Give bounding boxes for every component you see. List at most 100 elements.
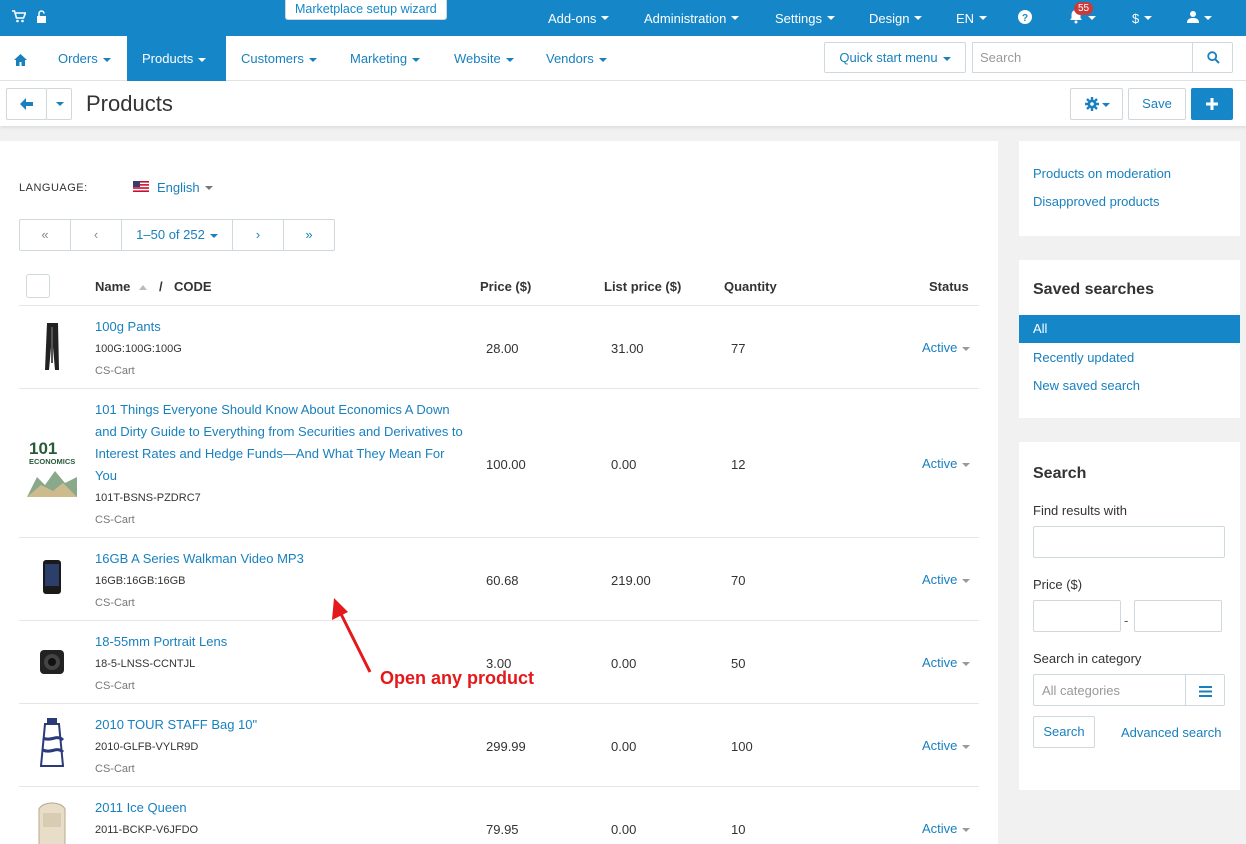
design-menu[interactable]: Design — [869, 0, 923, 36]
save-button[interactable]: Save — [1128, 88, 1186, 120]
chevron-down-icon — [979, 16, 988, 20]
status-dropdown[interactable]: Active — [922, 655, 971, 670]
product-thumbnail[interactable] — [27, 637, 77, 687]
select-all-checkbox[interactable] — [26, 274, 50, 298]
help-button[interactable]: ? — [1018, 0, 1032, 36]
product-code: 2011-BCKP-V6JFDO — [95, 824, 199, 836]
nav-customers[interactable]: Customers — [226, 36, 332, 81]
header-separator: / — [159, 279, 163, 294]
find-results-label: Find results with — [1033, 503, 1127, 518]
settings-menu[interactable]: Settings — [775, 0, 835, 36]
nav-products[interactable]: Products — [127, 36, 226, 81]
back-button[interactable] — [6, 88, 47, 120]
user-menu[interactable] — [1187, 0, 1212, 36]
price-from-input[interactable] — [1033, 600, 1121, 632]
search-submit-button[interactable]: Search — [1033, 716, 1095, 748]
settings-gear-button[interactable] — [1070, 88, 1123, 120]
first-page-button[interactable]: « — [20, 220, 71, 250]
table-row[interactable]: 2010 TOUR STAFF Bag 10" 2010-GLFB-VYLR9D… — [19, 703, 979, 786]
product-thumbnail[interactable] — [27, 322, 77, 372]
saved-search-all[interactable]: All — [1019, 315, 1240, 343]
nav-orders[interactable]: Orders — [43, 36, 126, 81]
nav-website[interactable]: Website — [439, 36, 529, 81]
book-word-text: ECONOMICS — [29, 457, 75, 466]
settings-menu-label: Settings — [775, 10, 822, 26]
nav-products-label: Products — [142, 51, 194, 66]
table-row[interactable]: 16GB A Series Walkman Video MP3 16GB:16G… — [19, 537, 979, 620]
products-on-moderation-link[interactable]: Products on moderation — [1033, 166, 1171, 181]
table-row[interactable]: 18-55mm Portrait Lens 18-5-LNSS-CCNTJL C… — [19, 620, 979, 703]
quick-start-label: Quick start menu — [839, 50, 938, 65]
chevron-down-icon — [198, 57, 207, 62]
category-picker-button[interactable] — [1185, 674, 1225, 706]
find-results-input[interactable] — [1033, 526, 1225, 558]
list-icon — [1199, 685, 1212, 700]
product-name-link[interactable]: 18-55mm Portrait Lens — [95, 631, 467, 653]
code-column-header[interactable]: CODE — [174, 279, 212, 294]
table-row[interactable]: 2011 Ice Queen 2011-BCKP-V6JFDO 79.95 0.… — [19, 786, 979, 844]
product-name-link[interactable]: 2011 Ice Queen — [95, 797, 467, 819]
list-price-column-header[interactable]: List price ($) — [604, 279, 681, 294]
gear-icon — [1085, 97, 1099, 114]
global-search-input[interactable] — [972, 42, 1193, 73]
chevron-down-icon — [209, 233, 218, 238]
name-column-header[interactable]: Name — [95, 279, 148, 294]
product-list-price: 0.00 — [611, 457, 637, 472]
product-name-link[interactable]: 16GB A Series Walkman Video MP3 — [95, 548, 467, 570]
new-saved-search-link[interactable]: New saved search — [1033, 378, 1140, 393]
global-search-button[interactable] — [1192, 42, 1233, 73]
saved-search-recently-updated[interactable]: Recently updated — [1033, 350, 1134, 365]
product-code: 18-5-LNSS-CCNTJL — [95, 658, 196, 670]
addons-menu-label: Add-ons — [548, 10, 597, 26]
table-row[interactable]: 101 ECONOMICS 101 Things Everyone Should … — [19, 388, 979, 537]
home-button[interactable] — [0, 36, 41, 81]
table-row[interactable]: 100g Pants 100G:100G:100G CS-Cart 28.00 … — [19, 305, 979, 388]
product-name-link[interactable]: 101 Things Everyone Should Know About Ec… — [95, 399, 467, 487]
status-dropdown[interactable]: Active — [922, 572, 971, 587]
unlock-icon[interactable] — [36, 10, 47, 26]
price-column-header[interactable]: Price ($) — [480, 279, 531, 294]
last-page-button[interactable]: » — [284, 220, 334, 250]
language-selector-label: English — [157, 180, 200, 195]
administration-menu[interactable]: Administration — [644, 0, 740, 36]
product-name-link[interactable]: 100g Pants — [95, 316, 467, 338]
sort-up-icon — [139, 285, 148, 291]
product-code: 16GB:16GB:16GB — [95, 575, 186, 587]
status-column-header[interactable]: Status — [929, 279, 969, 294]
language-menu[interactable]: EN — [956, 0, 988, 36]
status-dropdown[interactable]: Active — [922, 821, 971, 836]
status-label: Active — [922, 456, 958, 471]
history-dropdown-button[interactable] — [46, 88, 72, 120]
price-to-input[interactable] — [1134, 600, 1222, 632]
add-product-button[interactable] — [1191, 88, 1233, 120]
advanced-search-link[interactable]: Advanced search — [1121, 725, 1221, 740]
product-thumbnail[interactable] — [27, 556, 77, 606]
nav-vendors[interactable]: Vendors — [531, 36, 622, 81]
product-name-link[interactable]: 2010 TOUR STAFF Bag 10" — [95, 714, 467, 736]
status-dropdown[interactable]: Active — [922, 340, 971, 355]
prev-page-button[interactable]: ‹ — [71, 220, 122, 250]
status-dropdown[interactable]: Active — [922, 456, 971, 471]
page-range-dropdown[interactable]: 1–50 of 252 — [122, 220, 233, 250]
product-thumbnail[interactable] — [27, 799, 77, 844]
status-dropdown[interactable]: Active — [922, 738, 971, 753]
question-circle-icon: ? — [1018, 9, 1032, 27]
language-selector[interactable]: English — [133, 180, 213, 195]
product-thumbnail[interactable]: 101 ECONOMICS — [27, 437, 77, 497]
design-menu-label: Design — [869, 10, 910, 26]
next-page-button[interactable]: › — [233, 220, 284, 250]
addons-menu[interactable]: Add-ons — [548, 0, 610, 36]
chevron-down-icon — [914, 16, 923, 20]
currency-menu[interactable]: $ — [1132, 0, 1153, 36]
product-price: 299.99 — [486, 739, 526, 754]
product-thumbnail[interactable] — [27, 718, 77, 768]
nav-marketing[interactable]: Marketing — [335, 36, 435, 81]
product-quantity: 50 — [731, 656, 746, 671]
category-picker-input[interactable] — [1033, 674, 1187, 706]
disapproved-products-link[interactable]: Disapproved products — [1033, 194, 1159, 209]
quick-start-menu-button[interactable]: Quick start menu — [824, 42, 966, 73]
marketplace-setup-wizard-button[interactable]: Marketplace setup wizard — [285, 0, 447, 20]
cart-icon[interactable] — [12, 10, 27, 26]
quantity-column-header[interactable]: Quantity — [724, 279, 777, 294]
chevron-down-icon — [731, 16, 740, 20]
